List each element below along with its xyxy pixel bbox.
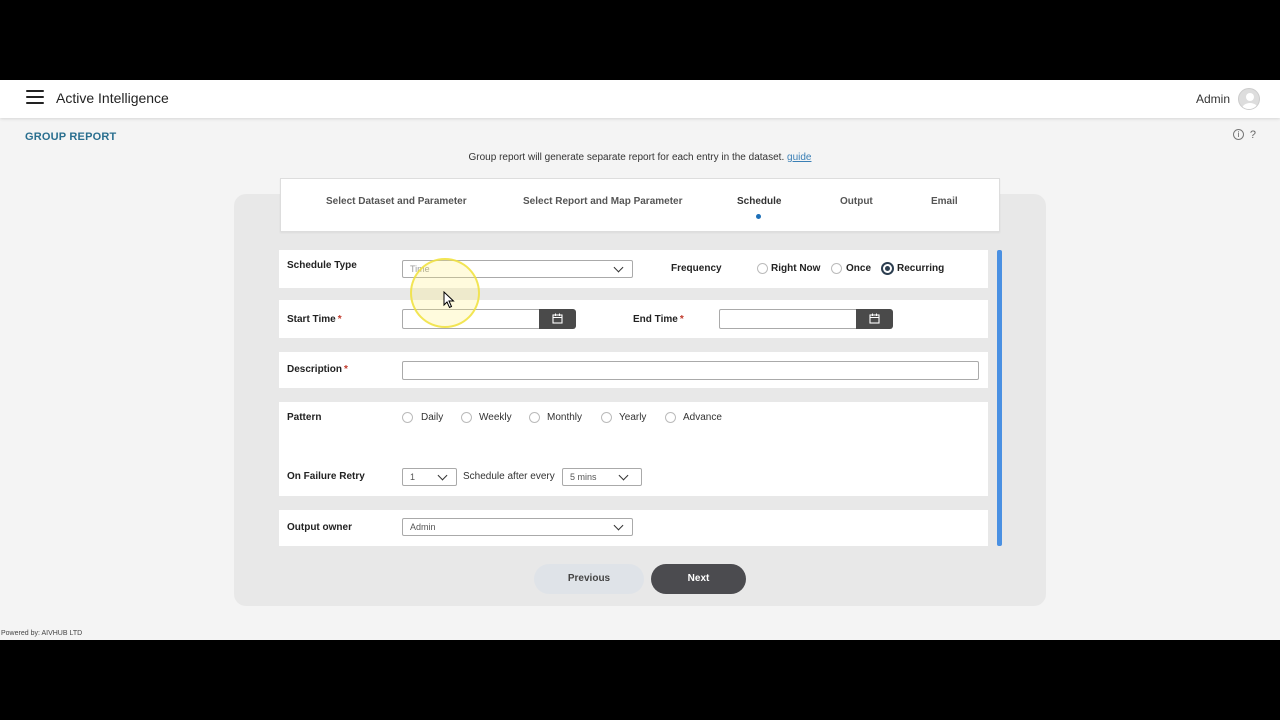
output-owner-label: Output owner bbox=[287, 522, 352, 533]
once-label: Once bbox=[846, 263, 872, 274]
start-time-label-text: Start Time bbox=[287, 314, 336, 325]
top-bar: Active Intelligence Admin bbox=[0, 80, 1280, 118]
powered-by-footer: Powered by: AIVHUB LTD bbox=[1, 630, 83, 637]
schedule-after-label: Schedule after every bbox=[463, 471, 555, 482]
hamburger-menu-icon[interactable] bbox=[26, 90, 44, 105]
start-time-label: Start Time * bbox=[287, 314, 342, 325]
radio-advance[interactable] bbox=[665, 412, 676, 423]
end-time-label: End Time * bbox=[633, 314, 684, 325]
end-time-label-text: End Time bbox=[633, 314, 678, 325]
chevron-down-icon bbox=[437, 470, 448, 481]
weekly-label: Weekly bbox=[479, 412, 512, 423]
radio-recurring[interactable] bbox=[881, 262, 894, 275]
pattern-label: Pattern bbox=[287, 412, 322, 423]
radio-weekly[interactable] bbox=[461, 412, 472, 423]
description-row: Description * bbox=[279, 352, 988, 388]
time-row: Start Time * End Time * bbox=[279, 300, 988, 338]
radio-yearly[interactable] bbox=[601, 412, 612, 423]
page-description: Group report will generate separate repo… bbox=[0, 152, 1280, 163]
schedule-type-row: Schedule Type Time Frequency Right Now O… bbox=[279, 250, 988, 288]
required-marker: * bbox=[337, 314, 342, 325]
right-now-label: Right Now bbox=[771, 263, 821, 274]
end-time-input[interactable] bbox=[719, 309, 859, 329]
description-text: Group report will generate separate repo… bbox=[468, 152, 785, 163]
app-window: Active Intelligence Admin GROUP REPORT i… bbox=[0, 80, 1280, 640]
schedule-after-select[interactable]: 5 mins bbox=[562, 468, 642, 486]
radio-once[interactable] bbox=[831, 263, 842, 274]
chevron-down-icon bbox=[613, 520, 624, 531]
output-owner-select[interactable]: Admin bbox=[402, 518, 633, 536]
help-icons: i ? bbox=[1232, 129, 1256, 141]
previous-button[interactable]: Previous bbox=[534, 564, 644, 594]
required-marker: * bbox=[344, 364, 348, 375]
description-input[interactable] bbox=[402, 361, 979, 380]
page-title: GROUP REPORT bbox=[25, 131, 117, 143]
step-select-dataset[interactable]: Select Dataset and Parameter bbox=[326, 196, 467, 207]
step-schedule[interactable]: Schedule bbox=[737, 196, 781, 207]
yearly-label: Yearly bbox=[619, 412, 647, 423]
radio-right-now[interactable] bbox=[757, 263, 768, 274]
daily-label: Daily bbox=[421, 412, 444, 423]
guide-link[interactable]: guide bbox=[787, 152, 811, 163]
form-scrollbar[interactable] bbox=[997, 250, 1002, 546]
chevron-down-icon bbox=[618, 470, 629, 481]
schedule-after-value: 5 mins bbox=[570, 472, 597, 482]
chevron-down-icon bbox=[613, 262, 624, 273]
description-label: Description * bbox=[287, 364, 348, 375]
mouse-cursor-icon bbox=[443, 291, 455, 309]
calendar-icon bbox=[552, 313, 563, 324]
user-name: Admin bbox=[1195, 92, 1230, 106]
failure-retry-label: On Failure Retry bbox=[287, 471, 365, 482]
info-icon[interactable]: i bbox=[1232, 129, 1244, 140]
frequency-label: Frequency bbox=[671, 263, 722, 274]
next-button[interactable]: Next bbox=[651, 564, 746, 594]
monthly-label: Monthly bbox=[547, 412, 583, 423]
step-output[interactable]: Output bbox=[840, 196, 873, 207]
schedule-type-label: Schedule Type bbox=[287, 260, 357, 271]
app-title: Active Intelligence bbox=[56, 90, 169, 106]
retry-count-select[interactable]: 1 bbox=[402, 468, 457, 486]
avatar-icon[interactable] bbox=[1238, 88, 1260, 110]
radio-monthly[interactable] bbox=[529, 412, 540, 423]
advance-label: Advance bbox=[683, 412, 722, 423]
output-owner-value: Admin bbox=[410, 522, 436, 532]
active-step-indicator bbox=[756, 214, 761, 219]
pattern-row: Pattern Daily Weekly Monthly Yearly Adva… bbox=[279, 402, 988, 496]
recurring-label: Recurring bbox=[897, 263, 945, 274]
radio-daily[interactable] bbox=[402, 412, 413, 423]
output-owner-row: Output owner Admin bbox=[279, 510, 988, 546]
step-email[interactable]: Email bbox=[931, 196, 958, 207]
user-menu[interactable]: Admin bbox=[1196, 88, 1260, 110]
description-label-text: Description bbox=[287, 364, 343, 375]
help-icon[interactable]: ? bbox=[1250, 129, 1256, 141]
retry-count-value: 1 bbox=[410, 472, 416, 482]
step-select-report[interactable]: Select Report and Map Parameter bbox=[523, 196, 683, 207]
calendar-icon bbox=[869, 313, 880, 324]
required-marker: * bbox=[679, 314, 684, 325]
start-time-calendar-button[interactable] bbox=[539, 309, 576, 329]
wizard-steps: Select Dataset and Parameter Select Repo… bbox=[280, 178, 1000, 232]
end-time-calendar-button[interactable] bbox=[856, 309, 893, 329]
